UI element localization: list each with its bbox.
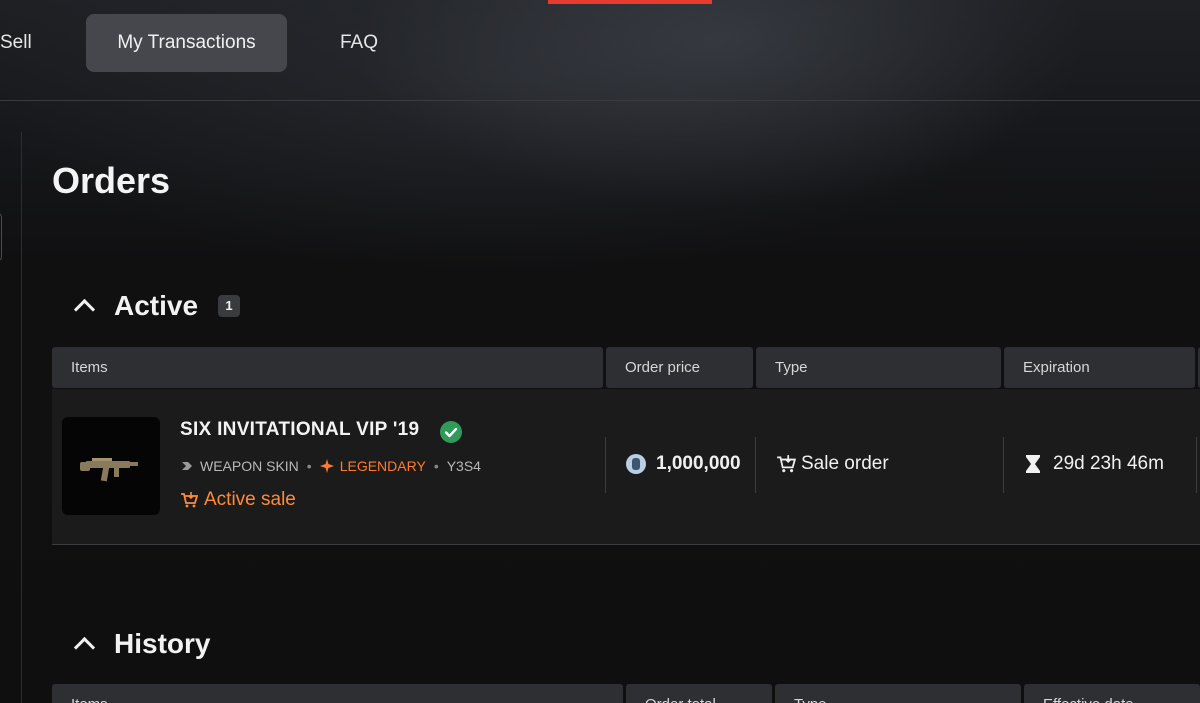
nav-faq[interactable]: FAQ [340, 14, 378, 72]
column-expiration: Expiration [1004, 347, 1195, 388]
order-expiration: 29d 23h 46m [1024, 453, 1164, 475]
item-rarity: LEGENDARY [339, 458, 426, 474]
chevron-up-icon[interactable] [70, 630, 98, 658]
order-price: 1,000,000 [626, 453, 741, 475]
cell-divider [755, 437, 756, 493]
item-thumbnail [62, 417, 160, 515]
column-order-price: Order price [606, 347, 753, 388]
meta-separator: • [306, 458, 312, 474]
column-effective-date: Effective date [1024, 684, 1200, 703]
chevron-up-icon[interactable] [70, 292, 98, 320]
active-count-badge: 1 [218, 295, 241, 317]
meta-separator: • [433, 458, 439, 474]
nav-my-transactions[interactable]: My Transactions [86, 14, 287, 72]
history-section-title: History [114, 628, 211, 659]
item-name[interactable]: SIX INVITATIONAL VIP '19 [180, 419, 419, 441]
top-nav: Sell My Transactions FAQ [0, 0, 1200, 101]
cell-divider [1003, 437, 1004, 493]
table-row[interactable]: SIX INVITATIONAL VIP '19 WEAPON SKIN • L… [52, 389, 1200, 545]
order-status: Active sale [180, 489, 296, 511]
cell-divider [605, 437, 606, 493]
credits-coin-icon [626, 454, 646, 474]
item-meta: WEAPON SKIN • LEGENDARY • Y3S4 [180, 458, 481, 474]
cart-icon [777, 455, 796, 473]
column-items: Items [52, 347, 603, 388]
page-title: Orders [52, 160, 171, 201]
order-status-label: Active sale [204, 489, 296, 510]
sale-cart-icon [181, 492, 198, 508]
item-category: WEAPON SKIN [200, 458, 299, 474]
active-section-header[interactable]: Active 1 [70, 290, 241, 322]
verified-check-icon [440, 421, 462, 443]
active-table-header: Items Order price Type Expiration [52, 347, 1200, 388]
weapon-skin-icon [182, 462, 192, 470]
order-type: Sale order [776, 453, 889, 475]
cell-divider [1196, 437, 1197, 493]
history-section-header[interactable]: History [70, 628, 210, 660]
marketplace-page: Sell My Transactions FAQ Orders Active 1… [0, 0, 1200, 703]
legendary-star-icon [319, 459, 334, 473]
column-items: Items [52, 684, 623, 703]
nav-sell[interactable]: Sell [0, 14, 32, 72]
order-price-value: 1,000,000 [656, 453, 741, 474]
order-type-value: Sale order [801, 453, 889, 474]
item-season: Y3S4 [446, 458, 481, 474]
active-section-title: Active [114, 290, 199, 321]
hourglass-icon [1026, 455, 1040, 473]
order-expiration-value: 29d 23h 46m [1053, 453, 1164, 474]
sidebar-collapse-handle[interactable] [0, 213, 2, 261]
column-type: Type [775, 684, 1021, 703]
column-order-total: Order total [626, 684, 772, 703]
sidebar-divider [21, 132, 22, 703]
weapon-icon [80, 458, 138, 482]
history-table-header: Items Order total Type Effective date [52, 684, 1200, 703]
column-type: Type [756, 347, 1001, 388]
